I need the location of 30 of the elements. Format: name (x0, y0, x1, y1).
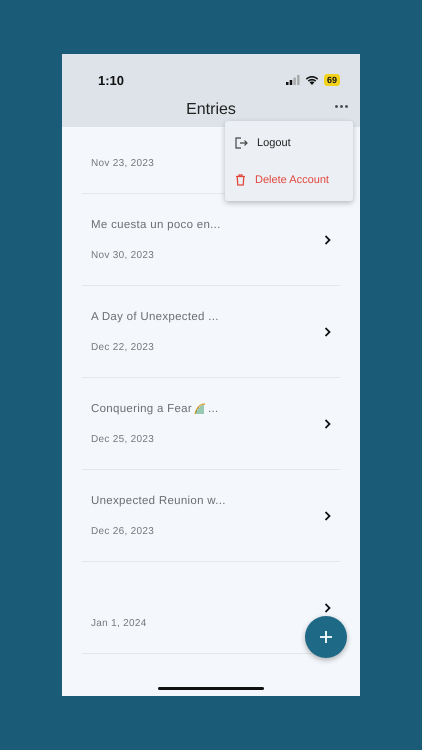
chevron-right-icon (324, 326, 331, 336)
entry-date: Dec 25, 2023 (91, 434, 156, 445)
entry-row[interactable]: Conquering a Fear ... Dec 25, 2023 (82, 378, 340, 470)
signal-icon (286, 75, 300, 85)
roller-coaster-icon (194, 403, 206, 415)
entry-title: Conquering a Fear ... (91, 402, 220, 416)
chevron-right-icon (324, 510, 331, 520)
trash-icon (235, 174, 246, 186)
battery-indicator: 69 (324, 74, 340, 86)
menu-item[interactable]: Logout (225, 124, 353, 161)
chevron-right-icon (324, 418, 331, 428)
entry-date: Dec 22, 2023 (91, 342, 156, 353)
chevron-right-icon (324, 602, 331, 612)
more-button[interactable] (333, 103, 350, 110)
entry-title: Me cuesta un poco en... (91, 218, 222, 232)
entry-date: Jan 1, 2024 (91, 618, 148, 629)
entry-date: Dec 26, 2023 (91, 526, 156, 537)
entry-row[interactable]: A Day of Unexpected ... Dec 22, 2023 (82, 286, 340, 378)
plus-icon (319, 630, 333, 644)
add-button[interactable] (305, 616, 347, 658)
entry-row[interactable]: Unexpected Reunion w... Dec 26, 2023 (82, 470, 340, 562)
entry-title: Unexpected Reunion w... (91, 494, 227, 508)
entry-date: Nov 30, 2023 (91, 250, 156, 261)
wifi-icon (304, 75, 319, 85)
page-title: Entries (186, 101, 236, 119)
entry-date: Nov 23, 2023 (91, 158, 156, 169)
logout-icon (235, 136, 248, 148)
entry-title: A Day of Unexpected ... (91, 310, 220, 324)
status-time: 1:10 (98, 72, 124, 88)
chevron-right-icon (324, 234, 331, 244)
